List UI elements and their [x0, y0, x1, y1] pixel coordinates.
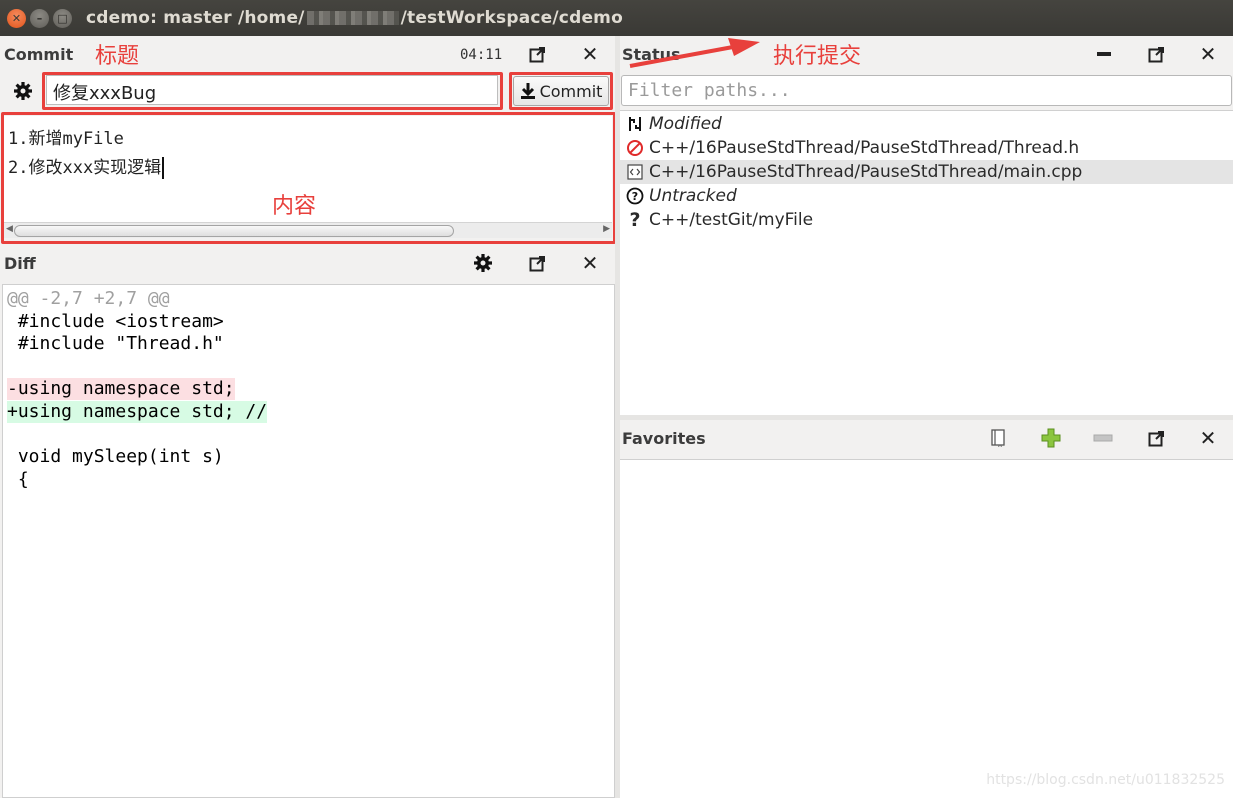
status-group-untracked[interactable]: ? Untracked — [620, 184, 1233, 208]
status-file-row[interactable]: C++/16PauseStdThread/PauseStdThread/Thre… — [620, 136, 1233, 160]
close-icon: ✕ — [1199, 426, 1217, 450]
commit-timer: 04:11 — [460, 47, 503, 63]
status-row-label: C++/16PauseStdThread/PauseStdThread/main… — [649, 162, 1083, 182]
favorites-close-button[interactable]: ✕ — [1195, 425, 1221, 451]
window-title-suffix: /testWorkspace/cdemo — [400, 8, 623, 28]
commit-close-button[interactable]: ✕ — [577, 41, 603, 67]
execute-annotation: 执行提交 — [773, 44, 862, 69]
diff-view[interactable]: @@ -2,7 +2,7 @@ #include <iostream> #inc… — [2, 284, 615, 798]
float-icon — [529, 255, 545, 271]
favorites-float-button[interactable] — [1143, 425, 1169, 451]
status-file-list[interactable]: Modified C++/16PauseStdThread/PauseStdTh… — [620, 110, 1233, 415]
deleted-icon — [624, 139, 646, 157]
diff-close-button[interactable]: ✕ — [577, 250, 603, 276]
question-icon: ? — [629, 209, 641, 231]
status-group-modified[interactable]: Modified — [620, 112, 1233, 136]
favorites-remove-button[interactable] — [1090, 425, 1116, 451]
favorites-bookmark-button[interactable] — [985, 425, 1011, 451]
status-file-row[interactable]: ? C++/testGit/myFile — [620, 208, 1233, 232]
status-menu-button[interactable] — [1091, 41, 1117, 67]
favorites-panel-title: Favorites — [622, 429, 706, 448]
untracked-icon: ? — [624, 187, 646, 205]
float-icon — [1148, 46, 1164, 62]
redacted-username — [306, 11, 399, 25]
watermark: https://blog.csdn.net/u011832525 — [986, 772, 1225, 788]
status-file-row-selected[interactable]: C++/16PauseStdThread/PauseStdThread/main… — [620, 160, 1233, 184]
commit-float-button[interactable] — [524, 41, 550, 67]
svg-text:?: ? — [632, 190, 638, 203]
float-icon — [529, 46, 545, 62]
window-title: cdemo: master /home/ /testWorkspace/cdem… — [86, 8, 623, 28]
title-highlight-box — [42, 72, 503, 110]
diff-removed-line: -using namespace std; — [7, 378, 235, 400]
title-annotation: 标题 — [95, 44, 140, 69]
status-row-label: Untracked — [649, 186, 737, 206]
diff-added-line: +using namespace std; // — [7, 401, 268, 423]
status-row-label: C++/16PauseStdThread/PauseStdThread/Thre… — [649, 138, 1080, 158]
diff-hunk-header: @@ -2,7 +2,7 @@ — [7, 288, 170, 309]
status-row-label: Modified — [649, 114, 722, 134]
diff-line: { — [7, 469, 29, 490]
float-icon — [1148, 430, 1164, 446]
app-window: ✕ – □ cdemo: master /home/ /testWorkspac… — [0, 0, 1233, 798]
diff-line: void mySleep(int s) — [7, 446, 224, 467]
filter-paths-input[interactable]: Filter paths... — [621, 75, 1232, 106]
minus-icon — [1093, 434, 1113, 442]
diff-line: #include <iostream> — [7, 311, 224, 332]
close-icon: ✕ — [1199, 42, 1217, 66]
content-highlight-box — [1, 112, 616, 244]
close-icon: ✕ — [581, 42, 599, 66]
source-file-icon — [624, 164, 646, 180]
commit-highlight-box — [509, 72, 613, 110]
diff-line: #include "Thread.h" — [7, 333, 224, 354]
horizontal-splitter[interactable] — [620, 415, 1233, 420]
more-icon — [1097, 52, 1111, 56]
status-row-label: C++/testGit/myFile — [649, 210, 814, 230]
diff-float-button[interactable] — [524, 250, 550, 276]
status-float-button[interactable] — [1143, 41, 1169, 67]
window-minimize-button[interactable]: – — [30, 8, 49, 28]
plus-icon — [1041, 428, 1061, 448]
window-title-prefix: cdemo: master /home/ — [86, 8, 305, 28]
window-close-button[interactable]: ✕ — [7, 8, 26, 28]
favorites-list[interactable] — [620, 459, 1233, 798]
favorites-add-button[interactable] — [1038, 425, 1064, 451]
gear-icon — [14, 82, 32, 100]
modified-icon — [624, 115, 646, 133]
arrow-annotation — [629, 38, 760, 68]
diff-settings-button[interactable] — [470, 250, 496, 276]
gear-icon — [474, 254, 492, 272]
commit-panel-title: Commit — [4, 45, 74, 64]
status-close-button[interactable]: ✕ — [1195, 41, 1221, 67]
window-titlebar: ✕ – □ cdemo: master /home/ /testWorkspac… — [0, 0, 1233, 36]
commit-settings-button[interactable] — [10, 78, 36, 104]
window-maximize-button[interactable]: □ — [53, 8, 72, 28]
close-icon: ✕ — [581, 251, 599, 275]
book-icon — [991, 429, 1005, 447]
diff-panel-title: Diff — [4, 254, 36, 273]
